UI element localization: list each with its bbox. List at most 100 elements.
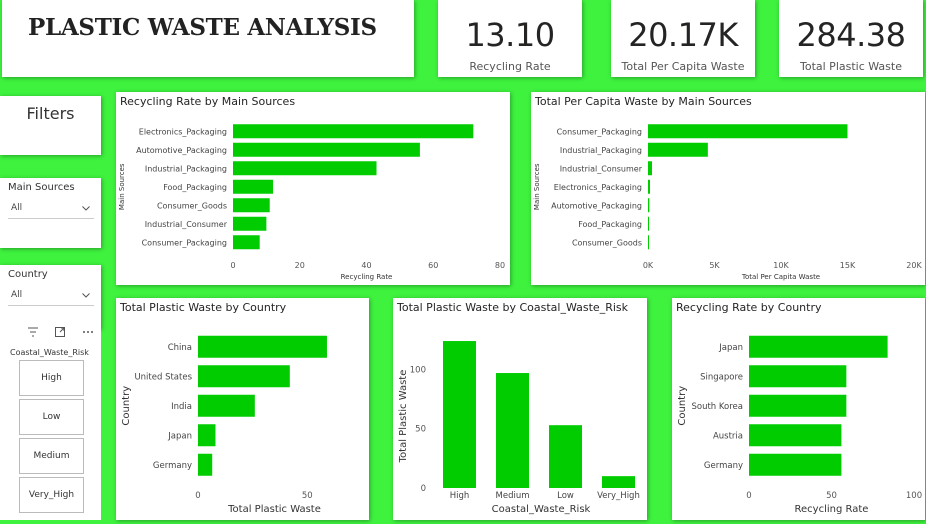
tile-low[interactable]: Low: [19, 399, 84, 435]
chart-recycling-rate-by-main-sources: Recycling Rate by Main Sources Electroni…: [116, 92, 510, 285]
chart-plot: 0 50 100 High Medium Low Very_High Coastal_Wast…: [398, 341, 640, 515]
bar: [602, 476, 635, 488]
kpi-label: Total Per Capita Waste: [621, 60, 745, 73]
tile-very-high[interactable]: Very_High: [19, 477, 84, 513]
tick-label: 0: [195, 491, 200, 501]
coastal-risk-label: Coastal_Waste_Risk: [10, 348, 89, 357]
category-label: India: [171, 402, 192, 412]
focus-mode-icon[interactable]: [54, 326, 66, 338]
tick-label: 10K: [773, 261, 789, 270]
tick-label: 40: [361, 261, 371, 270]
tick-label: 5K: [709, 261, 720, 270]
x-axis-label: Recycling Rate: [341, 273, 393, 281]
title-card: PLASTIC WASTE ANALYSIS: [2, 0, 414, 77]
main-sources-value: All: [11, 203, 23, 213]
filters-title: Filters: [26, 104, 75, 123]
category-label: Electronics_Packaging: [139, 127, 227, 136]
kpi-label: Recycling Rate: [469, 60, 551, 73]
bar: [233, 124, 474, 139]
category-label: Automotive_Packaging: [136, 146, 227, 155]
chevron-down-icon: [82, 293, 90, 298]
category-label: Food_Packaging: [578, 220, 642, 229]
category-label: Industrial_Consumer: [560, 164, 643, 173]
bar: [233, 161, 377, 176]
bar: [648, 179, 650, 194]
chart-plot: Japan Singapore South Korea Austria Germany 0…: [677, 335, 922, 515]
visual-header: [3, 326, 99, 340]
chart-recycling-rate-by-country: Recycling Rate by Country Japan Singapore…: [672, 298, 925, 520]
tick-label: 20: [295, 261, 305, 270]
chart-plot: China United States India Japan Germany 0 50 To…: [121, 335, 327, 515]
bar: [496, 373, 529, 488]
bar: [443, 341, 476, 488]
category-label: Austria: [713, 431, 743, 441]
category-label: Medium: [496, 491, 530, 501]
category-label: Industrial_Packaging: [560, 146, 642, 155]
category-label: Japan: [718, 343, 743, 353]
category-label: Industrial_Packaging: [145, 164, 227, 173]
tick-label: 15K: [840, 261, 856, 270]
category-label: Germany: [704, 461, 743, 471]
bar: [198, 394, 255, 417]
bar: [198, 365, 290, 388]
category-label: Japan: [167, 431, 192, 441]
category-label: Consumer_Packaging: [557, 127, 642, 136]
more-options-icon[interactable]: [82, 326, 94, 338]
country-dropdown[interactable]: All: [8, 287, 94, 306]
kpi-value: 284.38: [796, 16, 906, 54]
page-title: PLASTIC WASTE ANALYSIS: [28, 14, 377, 41]
category-label: Food_Packaging: [163, 183, 227, 192]
kpi-label: Total Plastic Waste: [800, 60, 902, 73]
filter-icon[interactable]: [27, 326, 39, 338]
y-axis-label: Country: [677, 386, 688, 426]
category-label: Low: [557, 491, 574, 501]
tile-high[interactable]: High: [19, 360, 84, 396]
bar: [233, 142, 420, 157]
category-label: High: [450, 491, 470, 501]
bar: [749, 453, 842, 476]
x-axis-label: Recycling Rate: [795, 504, 869, 515]
main-sources-dropdown[interactable]: All: [8, 200, 94, 219]
x-axis-label: Total Per Capita Waste: [741, 273, 820, 281]
y-axis-label: Country: [121, 386, 132, 426]
tick-label: 50: [415, 425, 426, 435]
chart-plot: Electronics_Packaging Automotive_Packagin…: [118, 124, 505, 281]
chevron-down-icon: [82, 206, 90, 211]
x-axis-label: Coastal_Waste_Risk: [492, 504, 591, 515]
category-label: Germany: [153, 461, 192, 471]
bar: [198, 335, 327, 358]
category-label: Industrial_Consumer: [145, 220, 228, 229]
bar: [198, 453, 213, 476]
tick-label: 0: [421, 484, 426, 494]
category-label: Consumer_Goods: [572, 238, 642, 247]
y-axis-label: Total Plastic Waste: [398, 370, 409, 464]
y-axis-label: Main Sources: [118, 163, 126, 210]
bar: [648, 124, 848, 139]
tick-label: 0K: [643, 261, 654, 270]
tick-label: 0: [746, 491, 751, 501]
bar: [233, 235, 260, 250]
kpi-total-plastic-waste: 284.38 Total Plastic Waste: [779, 0, 923, 77]
chart-title: Total Plastic Waste by Country: [120, 301, 287, 314]
kpi-per-capita-waste: 20.17K Total Per Capita Waste: [611, 0, 755, 77]
category-label: China: [168, 343, 192, 353]
bar: [233, 216, 267, 231]
chart-title: Total Per Capita Waste by Main Sources: [535, 95, 752, 108]
bar: [549, 425, 582, 488]
tick-label: 50: [302, 491, 313, 501]
bar: [749, 424, 842, 447]
bar: [233, 179, 274, 194]
bar: [749, 365, 847, 388]
chart-per-capita-waste-by-main-sources: Total Per Capita Waste by Main Sources C…: [531, 92, 925, 285]
tick-label: 50: [826, 491, 837, 501]
chart-plot: Consumer_Packaging Industrial_Packaging In…: [533, 124, 922, 281]
bar: [749, 394, 847, 417]
category-label: Electronics_Packaging: [554, 183, 642, 192]
y-axis-label: Main Sources: [533, 163, 541, 210]
chart-plastic-waste-by-coastal-risk: Total Plastic Waste by Coastal_Waste_Ris…: [393, 298, 647, 520]
tick-label: 0: [230, 261, 235, 270]
tile-medium[interactable]: Medium: [19, 438, 84, 474]
bar: [648, 216, 650, 231]
country-slicer: Country All: [0, 265, 101, 329]
bar: [648, 235, 649, 250]
